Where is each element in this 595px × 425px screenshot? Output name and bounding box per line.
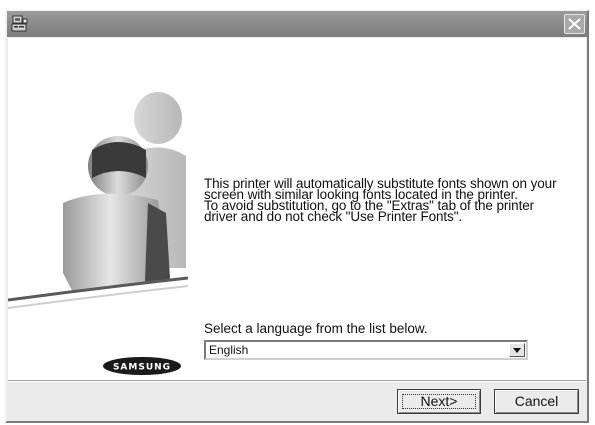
language-selected-value: English [209, 343, 249, 357]
next-button-label: Next> [420, 393, 458, 409]
chevron-down-icon [513, 348, 521, 353]
samsung-logo: SAMSUNG [103, 357, 181, 375]
button-separator [8, 380, 586, 382]
setup-dialog: SAMSUNG This printer will automatically … [5, 10, 589, 423]
person-figure-graphic [8, 92, 188, 380]
language-label: Select a language from the list below. [204, 321, 428, 336]
font-substitution-message: This printer will automatically substitu… [204, 177, 584, 224]
close-button[interactable] [564, 14, 585, 34]
cancel-button[interactable]: Cancel [494, 389, 579, 414]
side-graphic-panel: SAMSUNG [8, 38, 188, 380]
dialog-content: SAMSUNG This printer will automatically … [8, 38, 586, 380]
close-icon [568, 18, 581, 30]
title-bar[interactable] [7, 11, 587, 37]
dropdown-button[interactable] [509, 343, 525, 357]
svg-text:SAMSUNG: SAMSUNG [113, 363, 171, 373]
language-select[interactable]: English [204, 340, 528, 360]
cancel-button-label: Cancel [514, 393, 559, 409]
next-button[interactable]: Next> [397, 389, 481, 414]
installer-icon [10, 14, 30, 34]
